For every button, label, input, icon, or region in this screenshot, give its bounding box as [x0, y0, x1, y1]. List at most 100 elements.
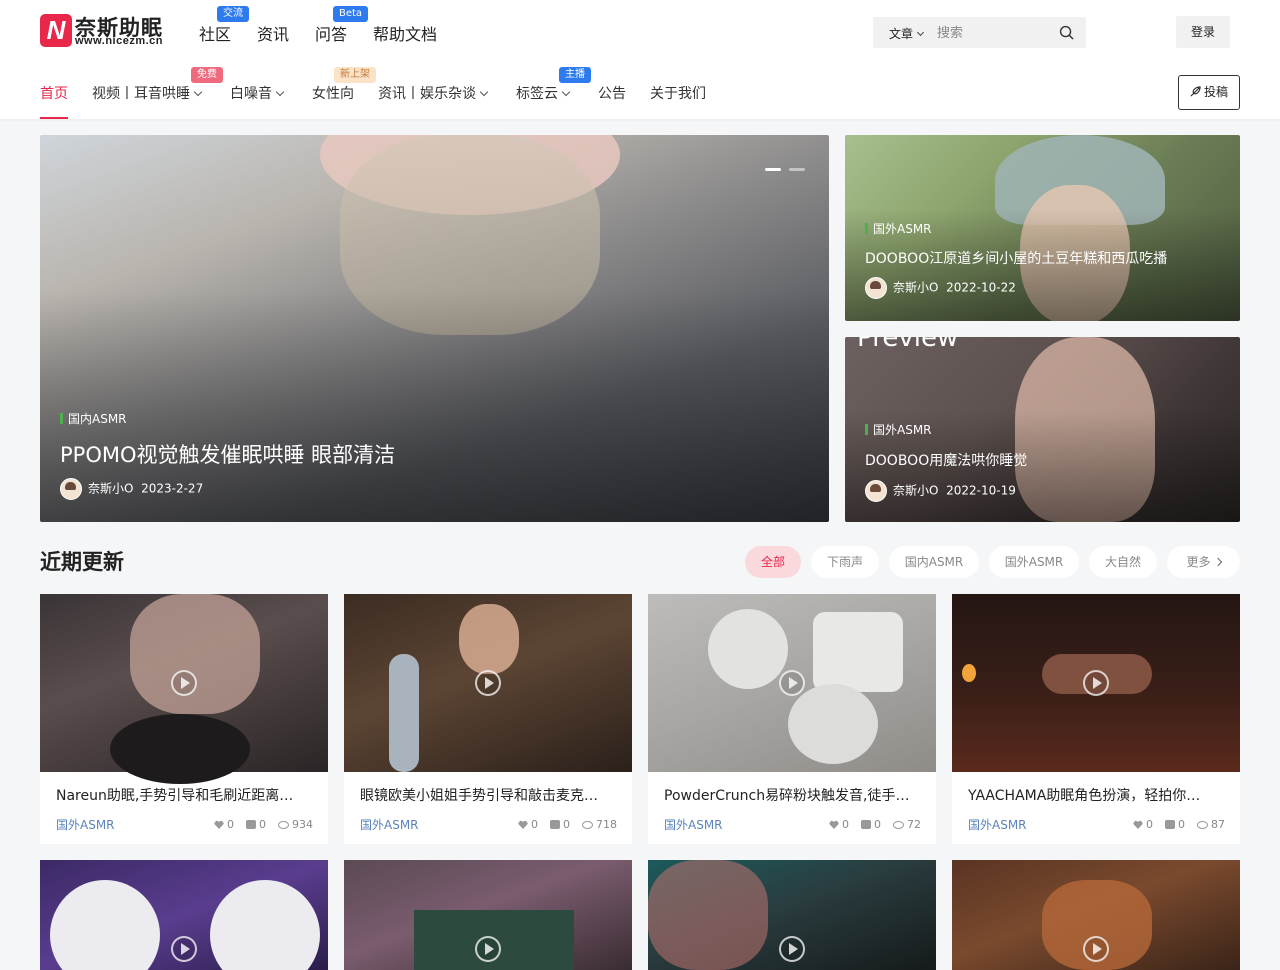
submit-post-button[interactable]: 投稿 — [1178, 75, 1240, 110]
play-icon[interactable] — [475, 670, 501, 696]
search-icon[interactable] — [1059, 25, 1074, 40]
hero-side-card-1[interactable]: 国外ASMR DOOBOO江原道乡间小屋的土豆年糕和西瓜吃播 奈斯小O 2022… — [845, 135, 1240, 321]
logo-mark: N — [40, 14, 72, 47]
badge-female: 新上架 — [334, 67, 376, 83]
search-type-select[interactable]: 文章 — [889, 25, 925, 42]
heart-icon — [829, 820, 839, 829]
heart-icon — [214, 820, 224, 829]
post-thumbnail[interactable] — [952, 594, 1240, 772]
nav-female[interactable]: 女性向 — [312, 83, 354, 103]
hero-side1-title[interactable]: DOOBOO江原道乡间小屋的土豆年糕和西瓜吃播 — [865, 248, 1167, 268]
hero-side2-meta: 奈斯小O 2022-10-19 — [865, 480, 1016, 502]
topnav-community[interactable]: 社区 — [199, 21, 231, 45]
author-name[interactable]: 奈斯小O — [88, 482, 133, 496]
login-button[interactable]: 登录 — [1176, 16, 1230, 48]
filter-domestic-asmr[interactable]: 国内ASMR — [889, 546, 979, 578]
hero-side-card-2[interactable]: Preview 国外ASMR DOOBOO用魔法哄你睡觉 奈斯小O 2022-1… — [845, 337, 1240, 522]
play-icon[interactable] — [1083, 670, 1109, 696]
post-title[interactable]: Nareun助眠,手势引导和毛刷近距离… — [56, 785, 312, 805]
chevron-down-icon — [916, 28, 925, 37]
post-card[interactable]: PowderCrunch易碎粉块触发音,徒手… 国外ASMR 0 0 72 — [648, 594, 936, 844]
badge-qa: Beta — [333, 6, 369, 22]
nav-home[interactable]: 首页 — [40, 83, 68, 103]
post-card[interactable]: YAACHAMA助眠角色扮演，轻拍你… 国外ASMR 0 0 87 — [952, 594, 1240, 844]
topnav-news[interactable]: 资讯 — [257, 21, 289, 45]
hero-main-category[interactable]: 国内ASMR — [60, 410, 127, 427]
hero-main-meta: 奈斯小O 2023-2-27 — [60, 478, 203, 500]
nav-white-noise[interactable]: 白噪音 — [230, 83, 285, 103]
post-stats: 0 0 934 — [202, 818, 313, 831]
filter-all[interactable]: 全部 — [745, 546, 801, 578]
post-thumbnail[interactable] — [648, 860, 936, 970]
chevron-down-icon — [561, 87, 571, 97]
comment-icon — [1165, 820, 1175, 829]
section-title: 近期更新 — [40, 550, 124, 574]
play-icon[interactable] — [171, 670, 197, 696]
chevron-right-icon — [1213, 557, 1222, 567]
post-category[interactable]: 国外ASMR — [664, 816, 723, 833]
topnav-help[interactable]: 帮助文档 — [373, 21, 437, 45]
site-header: N 奈斯助眠 www.nicezm.cn 社区 交流 资讯 问答 Beta 帮助… — [0, 0, 1280, 119]
nav-about[interactable]: 关于我们 — [650, 83, 706, 103]
play-icon[interactable] — [1083, 936, 1109, 962]
avatar[interactable] — [865, 277, 887, 299]
post-card[interactable]: Nareun助眠,手势引导和毛刷近距离… 国外ASMR 0 0 934 — [40, 594, 328, 844]
play-icon[interactable] — [475, 936, 501, 962]
hero-side1-meta: 奈斯小O 2022-10-22 — [865, 277, 1016, 299]
filter-foreign-asmr[interactable]: 国外ASMR — [989, 546, 1079, 578]
nav-notice[interactable]: 公告 — [598, 83, 626, 103]
carousel-dot[interactable] — [789, 168, 805, 171]
post-stats: 0 0 718 — [506, 818, 617, 831]
filter-rain[interactable]: 下雨声 — [811, 546, 879, 578]
post-title[interactable]: PowderCrunch易碎粉块触发音,徒手… — [664, 785, 920, 805]
post-card[interactable]: 眼镜欧美小姐姐手势引导和敲击麦克… 国外ASMR 0 0 718 — [344, 594, 632, 844]
post-thumbnail[interactable] — [344, 860, 632, 970]
site-logo[interactable]: N 奈斯助眠 www.nicezm.cn — [40, 14, 170, 48]
post-title[interactable]: 眼镜欧美小姐姐手势引导和敲击麦克… — [360, 785, 616, 805]
post-category[interactable]: 国外ASMR — [360, 816, 419, 833]
topnav-qa[interactable]: 问答 — [315, 21, 347, 45]
play-icon[interactable] — [779, 936, 805, 962]
carousel-dot-active[interactable] — [765, 168, 781, 171]
post-category[interactable]: 国外ASMR — [968, 816, 1027, 833]
hero-side2-title[interactable]: DOOBOO用魔法哄你睡觉 — [865, 450, 1027, 470]
post-thumbnail[interactable] — [344, 594, 632, 772]
play-icon[interactable] — [779, 670, 805, 696]
nav-active-indicator — [40, 117, 68, 119]
avatar[interactable] — [60, 478, 82, 500]
nav-video[interactable]: 视频丨耳音哄睡 — [92, 83, 203, 103]
badge-tag-cloud: 主播 — [559, 67, 591, 83]
post-date: 2023-2-27 — [141, 481, 204, 496]
search-input[interactable] — [937, 23, 1047, 43]
eye-icon — [1197, 821, 1208, 829]
author-name[interactable]: 奈斯小O — [893, 281, 938, 295]
post-thumbnail[interactable] — [952, 860, 1240, 970]
heart-icon — [518, 820, 528, 829]
post-stats: 0 0 72 — [817, 818, 921, 831]
filter-more[interactable]: 更多 — [1167, 546, 1240, 578]
author-name[interactable]: 奈斯小O — [893, 484, 938, 498]
hero-main-title[interactable]: PPOMO视觉触发催眠哄睡 眼部清洁 — [60, 439, 395, 469]
post-thumbnail[interactable] — [40, 594, 328, 784]
post-stats: 0 0 87 — [1121, 818, 1225, 831]
chevron-down-icon — [275, 87, 285, 97]
post-thumbnail[interactable] — [40, 860, 328, 970]
comment-icon — [550, 820, 560, 829]
hero-main-slide[interactable]: 国内ASMR PPOMO视觉触发催眠哄睡 眼部清洁 奈斯小O 2023-2-27 — [40, 135, 829, 522]
post-thumbnail[interactable] — [648, 594, 936, 772]
badge-video: 免费 — [191, 67, 223, 83]
filter-nature[interactable]: 大自然 — [1089, 546, 1157, 578]
hero-side1-category[interactable]: 国外ASMR — [865, 220, 932, 237]
avatar[interactable] — [865, 480, 887, 502]
post-category[interactable]: 国外ASMR — [56, 816, 115, 833]
nav-tag-cloud[interactable]: 标签云 — [516, 83, 571, 103]
carousel-dots — [765, 156, 813, 175]
logo-url: www.nicezm.cn — [75, 35, 164, 47]
nav-entertainment[interactable]: 资讯丨娱乐杂谈 — [378, 83, 489, 103]
post-title[interactable]: YAACHAMA助眠角色扮演，轻拍你… — [968, 785, 1224, 805]
hero-side2-category[interactable]: 国外ASMR — [865, 421, 932, 438]
play-icon[interactable] — [171, 936, 197, 962]
post-date: 2022-10-19 — [946, 483, 1016, 498]
feather-icon — [1190, 86, 1201, 97]
badge-community: 交流 — [217, 6, 249, 22]
